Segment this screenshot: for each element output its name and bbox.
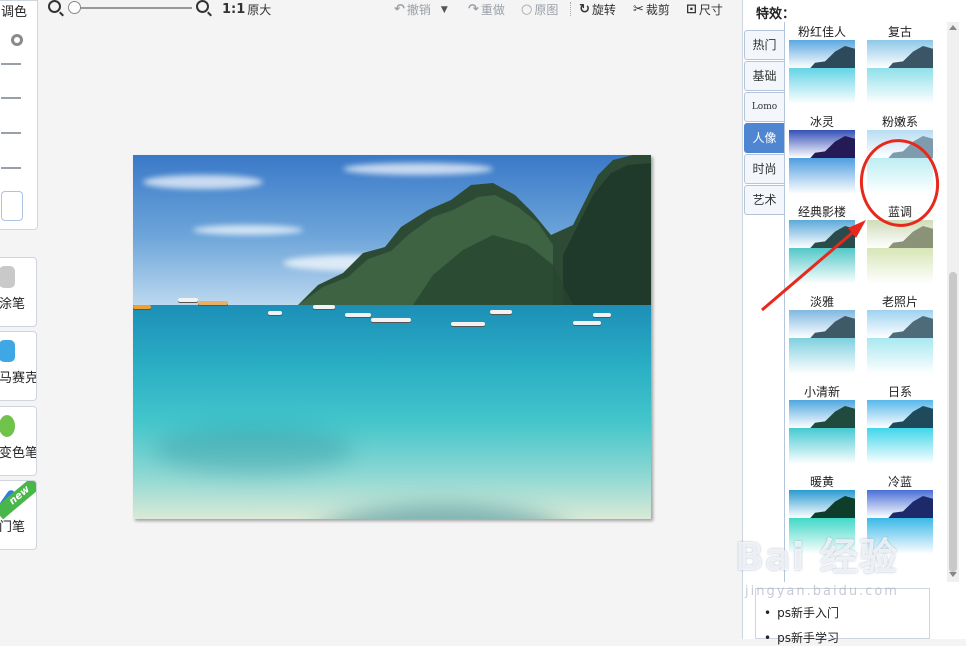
watermark-url: jingyan.baidu.com [745, 584, 899, 599]
boat [133, 305, 151, 309]
boat [451, 322, 485, 326]
tool-pen[interactable]: new 门笔 [0, 480, 37, 550]
rotate-button[interactable]: ↻ 旋转 [579, 1, 616, 18]
boat [313, 305, 335, 309]
photo-canvas[interactable] [133, 155, 651, 519]
actual-size-icon: 1:1 [222, 2, 246, 17]
original-label: 原图 [534, 3, 559, 17]
left-tool-panel: 调色 涂笔 马赛克 变色笔 new 门笔 [0, 0, 38, 639]
effect-label: 粉嫩系 [881, 115, 918, 129]
boat [345, 313, 371, 317]
zoom-slider-track[interactable] [72, 7, 192, 9]
crop-button[interactable]: ✂ 裁剪 [633, 1, 670, 18]
zoom-out-icon [48, 0, 61, 13]
effects-title: 特效： [756, 7, 796, 22]
effect-item[interactable]: 小清新 [789, 384, 855, 464]
color-pen-icon [0, 415, 15, 437]
effect-label: 复古 [887, 25, 912, 39]
zoom-slider-thumb[interactable] [68, 1, 81, 14]
effect-label: 粉红佳人 [797, 25, 846, 39]
effect-item[interactable]: 复古 [867, 24, 933, 104]
undo-icon: ↶ [394, 2, 405, 17]
tab-basic[interactable]: 基础 [744, 61, 784, 91]
boat [593, 313, 611, 317]
adjust-confirm-button[interactable] [1, 191, 23, 221]
redo-label: 重做 [480, 3, 505, 17]
adjust-slider-1[interactable] [1, 63, 21, 65]
effect-label: 日系 [887, 385, 912, 399]
crop-icon: ✂ [633, 2, 644, 17]
effect-item[interactable]: 粉红佳人 [789, 24, 855, 104]
reset-icon[interactable] [11, 34, 23, 46]
size-button[interactable]: ⊡ 尺寸 [686, 1, 723, 18]
tab-fashion[interactable]: 时尚 [744, 154, 784, 184]
rotate-icon: ↻ [579, 2, 590, 17]
tool-label: 门笔 [0, 520, 26, 535]
boat [371, 318, 411, 322]
adjust-slider-4[interactable] [1, 167, 21, 169]
original-image-button[interactable]: ○ 原图 [521, 1, 558, 18]
zoom-in-icon [196, 0, 209, 13]
effect-item[interactable]: 冰灵 [789, 114, 855, 194]
boat [198, 301, 228, 305]
actual-size-label: 原大 [247, 3, 272, 17]
effect-label: 冰灵 [809, 115, 834, 129]
boat [178, 298, 198, 302]
tool-color-pen[interactable]: 变色笔 [0, 406, 37, 476]
photo-sea [133, 305, 651, 519]
tool-label: 变色笔 [0, 446, 37, 461]
effect-thumbnail[interactable] [789, 130, 855, 194]
effect-label: 暖黄 [809, 475, 834, 489]
effect-label: 冷蓝 [887, 475, 912, 489]
redo-button[interactable]: ↷ 重做 [468, 1, 505, 18]
help-link[interactable]: ps新手入门 [764, 604, 839, 621]
tab-hot[interactable]: 热门 [744, 30, 784, 60]
size-label: 尺寸 [698, 3, 723, 17]
help-link[interactable]: ps新手学习 [764, 629, 839, 646]
tool-label: 涂笔 [0, 297, 26, 312]
toolbar-separator [570, 2, 571, 16]
photo-mountains [298, 155, 651, 315]
actual-size-button[interactable]: 1:1 原大 [222, 1, 271, 18]
scroll-down-icon[interactable] [949, 572, 957, 577]
effects-scrollbar[interactable] [947, 22, 959, 582]
boat [573, 321, 601, 325]
boat [268, 311, 282, 315]
color-adjust-panel: 调色 [0, 0, 38, 230]
top-toolbar: 1:1 原大 ↶ 撤销 ▼ ↷ 重做 ○ 原图 ↻ 旋转 ✂ 裁剪 ⊡ 尺寸 [44, 0, 734, 20]
undo-dropdown-icon[interactable]: ▼ [441, 5, 448, 15]
effect-thumbnail[interactable] [867, 40, 933, 104]
new-badge: new [0, 481, 36, 520]
zoom-in-button[interactable] [196, 0, 209, 13]
annotation-arrow [761, 220, 866, 312]
scrollbar-thumb[interactable] [949, 272, 957, 572]
resize-icon: ⊡ [686, 2, 697, 17]
tab-portrait[interactable]: 人像 [744, 123, 784, 153]
undo-button[interactable]: ↶ 撤销 ▼ [394, 1, 448, 18]
tool-label: 马赛克 [0, 371, 37, 386]
redo-icon: ↷ [468, 2, 479, 17]
watermark-logo: Bai 经验 [735, 535, 898, 579]
boat [490, 310, 512, 314]
crop-label: 裁剪 [645, 3, 670, 17]
effect-label: 小清新 [803, 385, 840, 399]
effect-thumbnail[interactable] [789, 400, 855, 464]
tool-mosaic[interactable]: 马赛克 [0, 331, 37, 401]
rotate-label: 旋转 [591, 3, 616, 17]
effect-thumbnail[interactable] [867, 400, 933, 464]
eraser-icon [0, 266, 15, 288]
original-icon: ○ [521, 2, 533, 17]
zoom-out-button[interactable] [48, 0, 61, 13]
effect-item[interactable]: 日系 [867, 384, 933, 464]
adjust-slider-3[interactable] [1, 132, 21, 134]
scroll-up-icon[interactable] [949, 25, 957, 30]
undo-label: 撤销 [406, 3, 431, 17]
color-adjust-title: 调色 [1, 5, 28, 20]
mosaic-icon [0, 340, 15, 362]
effect-thumbnail[interactable] [789, 40, 855, 104]
adjust-slider-2[interactable] [1, 97, 21, 99]
tab-lomo[interactable]: Lomo [744, 92, 784, 122]
tool-eraser[interactable]: 涂笔 [0, 257, 37, 327]
